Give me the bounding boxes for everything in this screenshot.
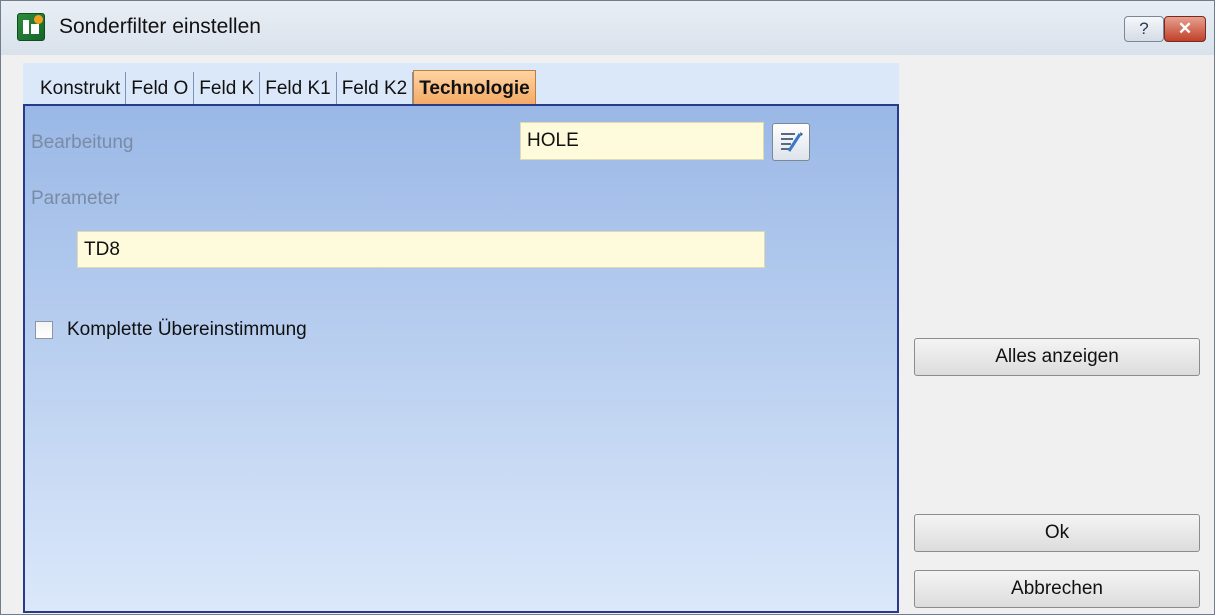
app-icon <box>17 13 45 41</box>
tab-feld-k2[interactable]: Feld K2 <box>336 72 414 106</box>
close-button[interactable]: ✕ <box>1164 16 1206 42</box>
exact-match-checkbox[interactable] <box>35 321 53 339</box>
show-all-button[interactable]: Alles anzeigen <box>914 338 1200 376</box>
tab-konstrukt[interactable]: Konstrukt <box>35 72 127 106</box>
parameter-label: Parameter <box>31 188 120 209</box>
title-bar[interactable]: Sonderfilter einstellen ? ✕ <box>1 1 1214 55</box>
help-button[interactable]: ? <box>1124 16 1164 42</box>
tab-feld-k[interactable]: Feld K <box>194 72 261 106</box>
tab-feld-o[interactable]: Feld O <box>126 72 195 106</box>
edit-list-icon <box>781 132 803 152</box>
tab-feld-k1[interactable]: Feld K1 <box>260 72 337 106</box>
parameter-field[interactable]: TD8 <box>77 231 765 268</box>
tab-bar: Konstrukt Feld O Feld K Feld K1 Feld K2 … <box>35 70 536 106</box>
tab-technologie[interactable]: Technologie <box>413 70 536 106</box>
exact-match-label: Komplette Übereinstimmung <box>67 319 307 340</box>
ok-button[interactable]: Ok <box>914 514 1200 552</box>
app-logo-glyph <box>23 20 39 34</box>
bearbeitung-label: Bearbeitung <box>31 132 134 153</box>
cancel-button[interactable]: Abbrechen <box>914 570 1200 608</box>
technologie-panel <box>23 104 899 613</box>
select-machining-button[interactable] <box>772 123 810 161</box>
dialog-window: Sonderfilter einstellen ? ✕ Konstrukt Fe… <box>0 0 1215 615</box>
window-title: Sonderfilter einstellen <box>59 15 261 38</box>
bearbeitung-field[interactable]: HOLE <box>520 122 764 160</box>
